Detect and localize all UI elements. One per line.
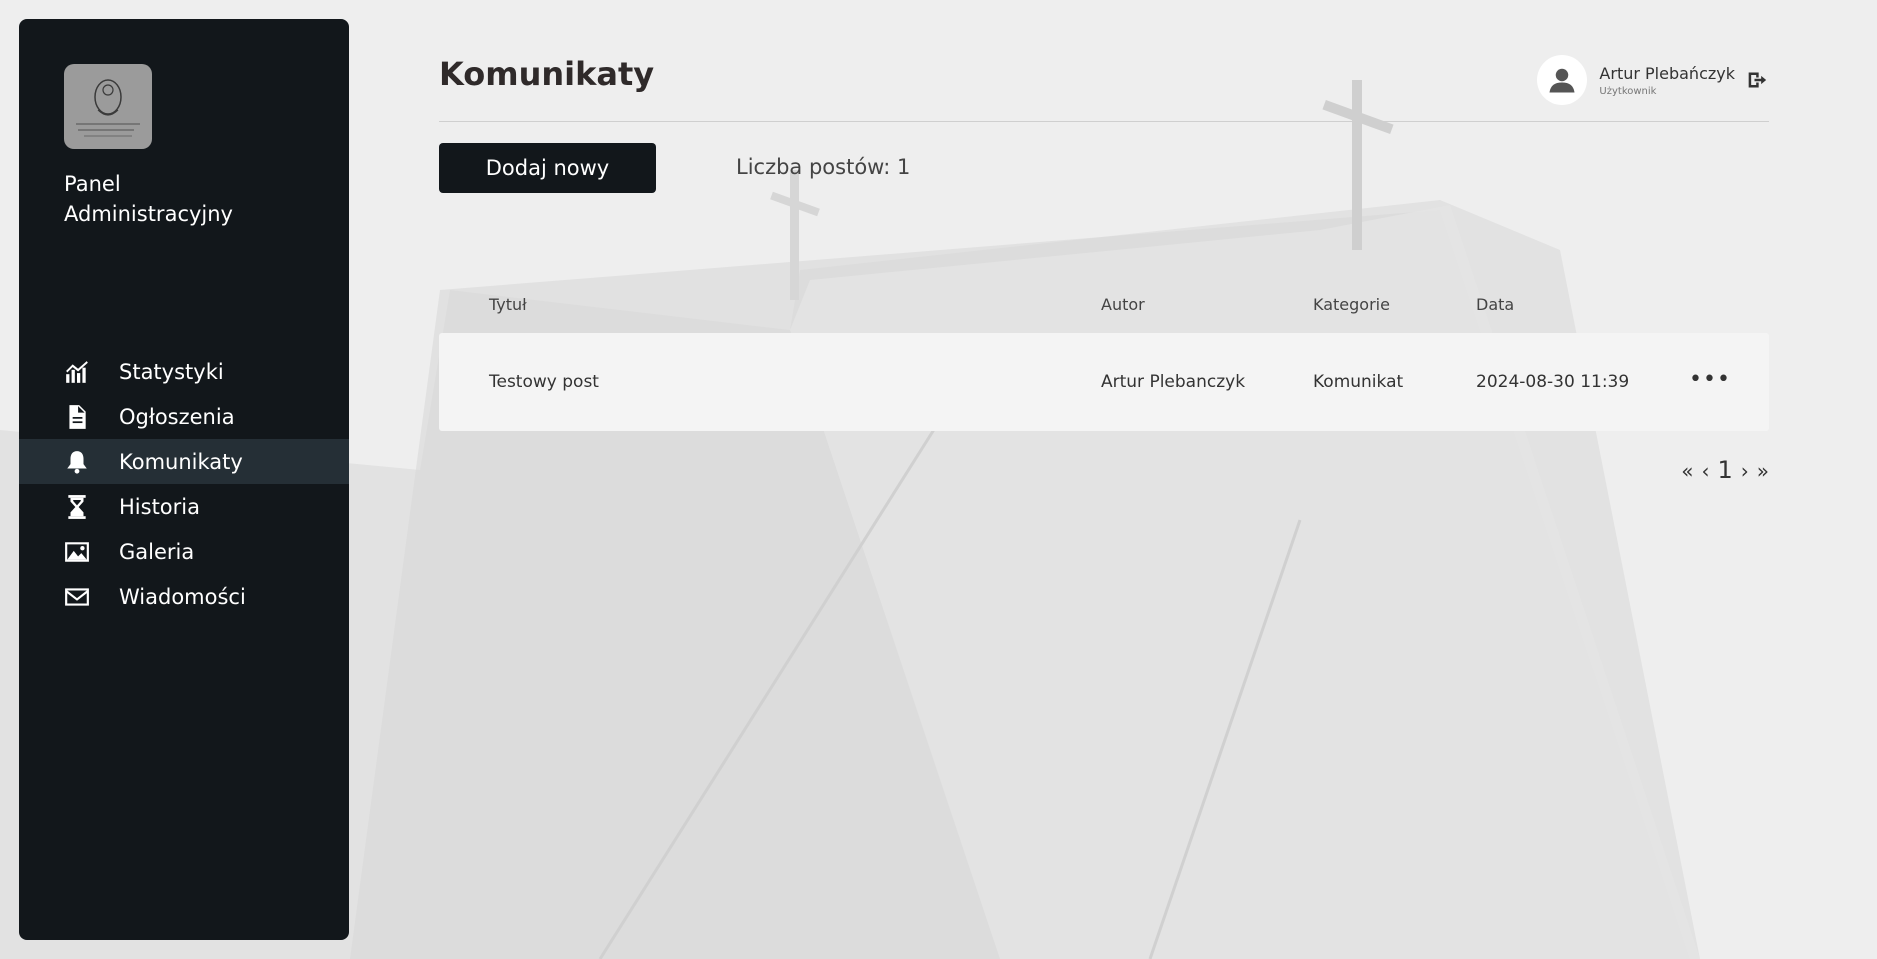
logout-icon[interactable] bbox=[1747, 69, 1769, 91]
avatar[interactable] bbox=[1537, 55, 1588, 105]
table-header: Tytuł Autor Kategorie Data bbox=[439, 295, 1769, 315]
sidebar-item-historia[interactable]: Historia bbox=[19, 484, 349, 529]
sidebar-item-galeria[interactable]: Galeria bbox=[19, 529, 349, 574]
prev-page-button[interactable]: ‹ bbox=[1701, 459, 1709, 483]
pagination: « ‹ 1 › » bbox=[1681, 456, 1769, 484]
add-new-button[interactable]: Dodaj nowy bbox=[439, 143, 656, 193]
sidebar-item-label: Statystyki bbox=[119, 359, 224, 384]
page-title: Komunikaty bbox=[439, 55, 655, 93]
column-header-title: Tytuł bbox=[489, 295, 527, 314]
row-author: Artur Plebanczyk bbox=[1101, 372, 1246, 392]
panel-title: Panel Administracyjny bbox=[64, 172, 233, 226]
next-page-button[interactable]: › bbox=[1741, 459, 1749, 483]
row-category: Komunikat bbox=[1313, 372, 1404, 392]
current-page[interactable]: 1 bbox=[1717, 456, 1732, 484]
user-panel: Artur Plebańczyk Użytkownik bbox=[1537, 54, 1769, 106]
bell-icon bbox=[64, 449, 90, 475]
first-page-button[interactable]: « bbox=[1681, 459, 1693, 483]
sidebar-item-label: Ogłoszenia bbox=[119, 404, 235, 429]
sidebar-item-wiadomosci[interactable]: Wiadomości bbox=[19, 574, 349, 619]
header-divider bbox=[439, 121, 1769, 122]
main-content: Komunikaty Artur Plebańczyk Użytkownik D… bbox=[439, 0, 1769, 959]
sidebar-item-komunikaty[interactable]: Komunikaty bbox=[19, 439, 349, 484]
sidebar-item-label: Komunikaty bbox=[119, 449, 243, 474]
post-count: Liczba postów: 1 bbox=[736, 155, 911, 179]
row-menu-button[interactable]: ••• bbox=[1689, 367, 1731, 392]
column-header-categories: Kategorie bbox=[1313, 295, 1390, 314]
sidebar-item-statystyki[interactable]: Statystyki bbox=[19, 349, 349, 394]
sidebar-item-label: Historia bbox=[119, 494, 200, 519]
column-header-author: Autor bbox=[1101, 295, 1145, 314]
row-date: 2024-08-30 11:39 bbox=[1476, 372, 1630, 392]
sidebar-item-ogloszenia[interactable]: Ogłoszenia bbox=[19, 394, 349, 439]
user-name: Artur Plebańczyk bbox=[1599, 63, 1735, 83]
document-icon bbox=[64, 404, 90, 430]
user-icon bbox=[1549, 68, 1575, 93]
sidebar-item-label: Galeria bbox=[119, 539, 195, 564]
hourglass-icon bbox=[64, 494, 90, 520]
sidebar-nav: Statystyki Ogłoszenia Komunikaty Histori… bbox=[19, 349, 349, 619]
table-row[interactable]: Testowy post Artur Plebanczyk Komunikat … bbox=[439, 333, 1769, 431]
sidebar: Panel Administracyjny Statystyki Ogłosze… bbox=[19, 19, 349, 940]
sidebar-item-label: Wiadomości bbox=[119, 584, 246, 609]
envelope-icon bbox=[64, 584, 90, 610]
row-title: Testowy post bbox=[489, 372, 599, 392]
user-role: Użytkownik bbox=[1599, 85, 1657, 97]
column-header-date: Data bbox=[1476, 295, 1515, 314]
chart-icon bbox=[64, 359, 90, 385]
last-page-button[interactable]: » bbox=[1757, 459, 1769, 483]
parish-logo[interactable] bbox=[64, 64, 152, 149]
image-icon bbox=[64, 539, 90, 565]
